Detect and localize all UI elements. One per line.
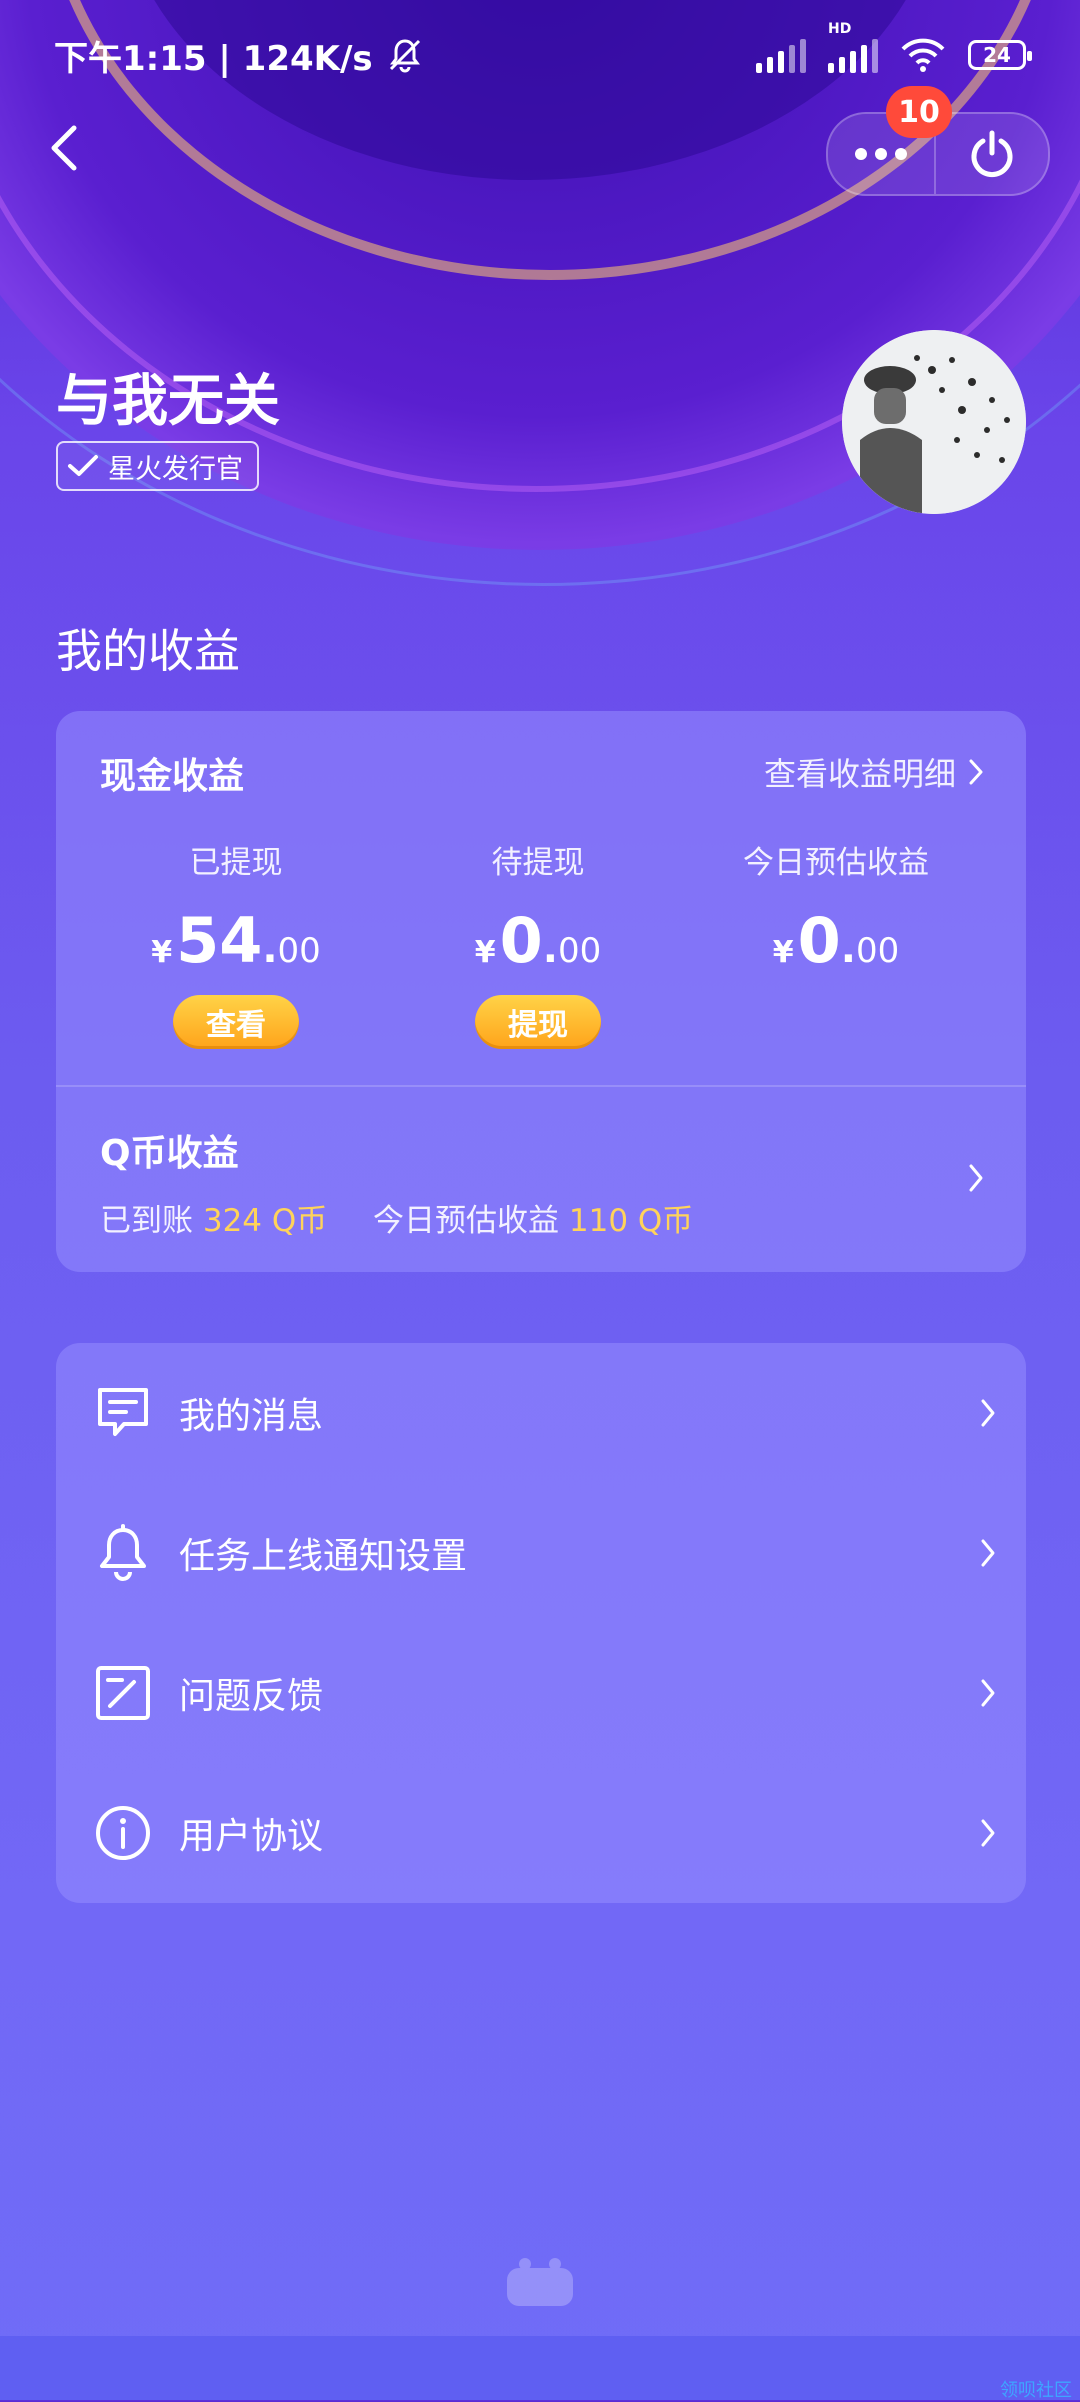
close-miniapp-button[interactable]	[936, 114, 1048, 194]
today-estimate-column: 今日预估收益 ¥ 0 . 00	[686, 837, 986, 977]
withdrawn-amount: ¥ 54 . 00	[151, 904, 321, 977]
battery-icon: 24	[968, 40, 1032, 70]
currency-symbol: ¥	[151, 935, 173, 970]
withdrawn-column: 已提现 ¥ 54 . 00 查看	[86, 837, 386, 1049]
avatar[interactable]	[842, 330, 1026, 514]
battery-level: 24	[983, 43, 1011, 67]
mute-bell-icon	[389, 39, 420, 73]
watermark: 领呗社区	[1000, 2380, 1072, 2401]
pending-column: 待提现 ¥ 0 . 00 提现	[388, 837, 688, 1049]
menu-item-feedback[interactable]: 问题反馈	[56, 1623, 1026, 1763]
qcoin-earnings-title: Q币收益	[100, 1133, 239, 1174]
feedback-edit-icon	[96, 1666, 150, 1720]
qcoin-today-value: 110 Q币	[568, 1203, 694, 1239]
pending-int: 0	[499, 904, 543, 977]
bell-icon	[100, 1524, 146, 1581]
chevron-right-icon	[981, 1399, 995, 1427]
today-estimate-int: 0	[797, 904, 841, 977]
back-button[interactable]	[38, 118, 98, 178]
status-time-speed: 下午1:15 | 124K/s	[54, 38, 373, 79]
message-icon	[98, 1388, 148, 1436]
today-estimate-dec: 00	[855, 931, 900, 971]
more-dots-icon	[855, 148, 907, 160]
menu-item-label: 我的消息	[179, 1396, 324, 1437]
pending-amount: ¥ 0 . 00	[474, 904, 602, 977]
chevron-right-icon	[981, 1819, 995, 1847]
earnings-card: 现金收益 查看收益明细 已提现 ¥ 54 . 00 查看 待提现 ¥ 0 . 0…	[56, 711, 1026, 1272]
view-earnings-detail-link[interactable]: 查看收益明细	[764, 749, 984, 795]
pending-dec: 00	[557, 931, 602, 971]
currency-symbol: ¥	[772, 935, 794, 970]
pending-label: 待提现	[491, 845, 585, 881]
menu-item-my-messages[interactable]: 我的消息	[56, 1343, 1026, 1483]
signal-icon-1	[756, 37, 806, 73]
power-icon	[971, 130, 1013, 178]
withdrawn-label: 已提现	[189, 845, 283, 881]
qcoin-received-label: 已到账	[100, 1203, 193, 1239]
menu-item-user-agreement[interactable]: 用户协议	[56, 1763, 1026, 1903]
info-icon	[96, 1806, 150, 1860]
cash-earnings-title: 现金收益	[100, 756, 245, 797]
view-earnings-detail-label: 查看收益明细	[763, 755, 956, 793]
user-tag: 星火发行官	[56, 441, 259, 491]
menu-item-label: 问题反馈	[179, 1676, 324, 1717]
chevron-right-icon	[969, 759, 983, 785]
chevron-right-icon	[981, 1539, 995, 1567]
notification-badge: 10	[886, 86, 952, 138]
today-estimate-amount: ¥ 0 . 00	[772, 904, 900, 977]
section-title-earnings: 我的收益	[56, 624, 240, 678]
chevron-left-icon	[51, 125, 77, 171]
hd-label: HD	[828, 21, 852, 37]
avatar-image	[842, 330, 1026, 514]
menu-card: 我的消息 任务上线通知设置 问题反馈 用户协议	[56, 1343, 1026, 1903]
chevron-right-icon	[981, 1679, 995, 1707]
username: 与我无关	[56, 369, 280, 434]
menu-item-task-notification-settings[interactable]: 任务上线通知设置	[56, 1483, 1026, 1623]
chevron-right-icon	[969, 1164, 983, 1192]
currency-symbol: ¥	[474, 935, 496, 970]
user-tag-label: 星火发行官	[108, 453, 243, 485]
menu-item-label: 任务上线通知设置	[179, 1536, 468, 1577]
withdraw-button[interactable]: 提现	[475, 995, 601, 1049]
qcoin-received-value: 324 Q币	[202, 1203, 328, 1239]
withdrawn-dec: 00	[277, 931, 321, 971]
wifi-icon	[901, 38, 945, 72]
qcoin-earnings-row[interactable]: Q币收益 已到账 324 Q币 今日预估收益 110 Q币	[56, 1087, 1026, 1272]
menu-item-label: 用户协议	[179, 1816, 324, 1857]
view-withdrawn-button[interactable]: 查看	[173, 995, 299, 1049]
today-estimate-label: 今日预估收益	[743, 845, 929, 881]
qcoin-summary: 已到账 324 Q币 今日预估收益 110 Q币	[100, 1195, 693, 1240]
qcoin-today-label: 今日预估收益	[373, 1203, 560, 1239]
withdrawn-int: 54	[176, 904, 263, 977]
gamepad-logo-icon	[507, 2258, 573, 2306]
check-icon	[68, 455, 98, 476]
bottom-bar	[0, 2336, 1080, 2400]
signal-icon-2	[828, 37, 878, 73]
